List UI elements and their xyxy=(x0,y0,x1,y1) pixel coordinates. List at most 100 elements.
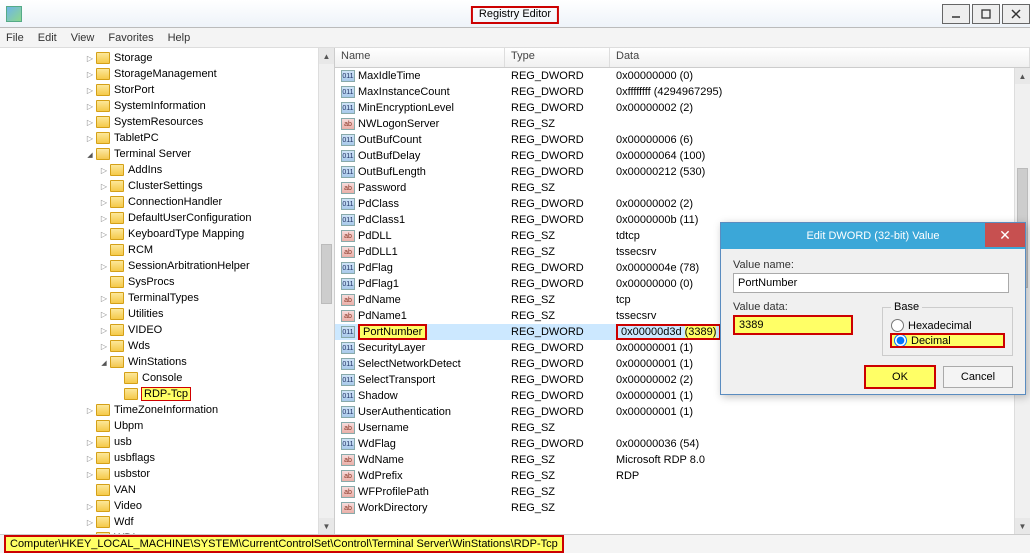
value-data-input[interactable] xyxy=(733,315,853,335)
close-button[interactable] xyxy=(1002,4,1030,24)
value-row[interactable]: 011MinEncryptionLevelREG_DWORD0x00000002… xyxy=(335,100,1014,116)
dialog-close-button[interactable]: ✕ xyxy=(985,223,1025,247)
value-row[interactable]: abNWLogonServerREG_SZ xyxy=(335,116,1014,132)
value-row[interactable]: abWdNameREG_SZMicrosoft RDP 8.0 xyxy=(335,452,1014,468)
value-row[interactable]: 011OutBufDelayREG_DWORD0x00000064 (100) xyxy=(335,148,1014,164)
tree-node[interactable]: TimeZoneInformation xyxy=(0,402,334,418)
col-type[interactable]: Type xyxy=(505,48,610,67)
expand-icon[interactable] xyxy=(98,309,110,320)
scroll-down-icon[interactable]: ▼ xyxy=(1015,518,1030,534)
expand-icon[interactable] xyxy=(84,85,96,96)
tree-node[interactable]: SessionArbitrationHelper xyxy=(0,258,334,274)
tree-node[interactable]: RDP-Tcp xyxy=(0,386,334,402)
tree-node[interactable]: StorageManagement xyxy=(0,66,334,82)
tree-node[interactable]: Wds xyxy=(0,338,334,354)
tree-node[interactable]: VAN xyxy=(0,482,334,498)
dialog-title-bar[interactable]: Edit DWORD (32-bit) Value ✕ xyxy=(721,223,1025,249)
value-row[interactable]: 011OutBufCountREG_DWORD0x00000006 (6) xyxy=(335,132,1014,148)
expand-icon[interactable] xyxy=(84,405,96,416)
tree-node[interactable]: SysProcs xyxy=(0,274,334,290)
expand-icon[interactable] xyxy=(98,325,110,336)
col-data[interactable]: Data xyxy=(610,48,1030,67)
value-row[interactable]: abWdPrefixREG_SZRDP xyxy=(335,468,1014,484)
tree-node[interactable]: usbstor xyxy=(0,466,334,482)
menu-edit[interactable]: Edit xyxy=(38,32,57,44)
tree-node[interactable]: Video xyxy=(0,498,334,514)
maximize-button[interactable] xyxy=(972,4,1000,24)
cancel-button[interactable]: Cancel xyxy=(943,366,1013,388)
value-row[interactable]: 011MaxInstanceCountREG_DWORD0xffffffff (… xyxy=(335,84,1014,100)
expand-icon[interactable] xyxy=(84,517,96,528)
tree-node[interactable]: SystemResources xyxy=(0,114,334,130)
menu-file[interactable]: File xyxy=(6,32,24,44)
tree-node[interactable]: WDI xyxy=(0,530,334,534)
menu-favorites[interactable]: Favorites xyxy=(108,32,153,44)
value-row[interactable]: abWorkDirectoryREG_SZ xyxy=(335,500,1014,516)
tree-node[interactable]: KeyboardType Mapping xyxy=(0,226,334,242)
expand-icon[interactable] xyxy=(84,101,96,112)
value-row[interactable]: abUsernameREG_SZ xyxy=(335,420,1014,436)
key-tree[interactable]: StorageStorageManagementStorPortSystemIn… xyxy=(0,48,335,534)
scroll-down-icon[interactable]: ▼ xyxy=(319,518,334,534)
tree-node[interactable]: RCM xyxy=(0,242,334,258)
radio-decimal[interactable]: Decimal xyxy=(891,334,1004,347)
scroll-up-icon[interactable]: ▲ xyxy=(1015,68,1030,84)
expand-icon[interactable] xyxy=(84,533,96,535)
tree-node[interactable]: usb xyxy=(0,434,334,450)
value-row[interactable]: abWFProfilePathREG_SZ xyxy=(335,484,1014,500)
expand-icon[interactable] xyxy=(84,501,96,512)
menu-view[interactable]: View xyxy=(71,32,95,44)
tree-node[interactable]: ConnectionHandler xyxy=(0,194,334,210)
tree-node[interactable]: usbflags xyxy=(0,450,334,466)
value-row[interactable]: 011PdClassREG_DWORD0x00000002 (2) xyxy=(335,196,1014,212)
value-name-input[interactable] xyxy=(733,273,1009,293)
tree-node[interactable]: Terminal Server xyxy=(0,146,334,162)
expand-icon[interactable] xyxy=(84,69,96,80)
expand-icon[interactable] xyxy=(98,197,110,208)
tree-node[interactable]: WinStations xyxy=(0,354,334,370)
expand-icon[interactable] xyxy=(98,261,110,272)
expand-icon[interactable] xyxy=(98,165,110,176)
menu-help[interactable]: Help xyxy=(168,32,191,44)
value-row[interactable]: 011OutBufLengthREG_DWORD0x00000212 (530) xyxy=(335,164,1014,180)
expand-icon[interactable] xyxy=(84,149,96,160)
tree-node[interactable]: Wdf xyxy=(0,514,334,530)
tree-node[interactable]: Ubpm xyxy=(0,418,334,434)
expand-icon[interactable] xyxy=(98,357,110,368)
tree-node[interactable]: TerminalTypes xyxy=(0,290,334,306)
tree-node[interactable]: VIDEO xyxy=(0,322,334,338)
expand-icon[interactable] xyxy=(98,181,110,192)
expand-icon[interactable] xyxy=(84,133,96,144)
tree-node[interactable]: Console xyxy=(0,370,334,386)
radio-hex[interactable]: Hexadecimal xyxy=(891,319,1004,332)
value-name: PdDLL xyxy=(358,230,392,242)
tree-node[interactable]: TabletPC xyxy=(0,130,334,146)
minimize-button[interactable] xyxy=(942,4,970,24)
expand-icon[interactable] xyxy=(84,53,96,64)
value-row[interactable]: abPasswordREG_SZ xyxy=(335,180,1014,196)
tree-node[interactable]: AddIns xyxy=(0,162,334,178)
expand-icon[interactable] xyxy=(98,293,110,304)
expand-icon[interactable] xyxy=(84,117,96,128)
scroll-thumb[interactable] xyxy=(321,244,332,304)
expand-icon[interactable] xyxy=(98,213,110,224)
tree-node[interactable]: StorPort xyxy=(0,82,334,98)
tree-node[interactable]: Utilities xyxy=(0,306,334,322)
value-row[interactable]: 011UserAuthenticationREG_DWORD0x00000001… xyxy=(335,404,1014,420)
tree-node[interactable]: Storage xyxy=(0,50,334,66)
expand-icon[interactable] xyxy=(98,229,110,240)
tree-node[interactable]: ClusterSettings xyxy=(0,178,334,194)
tree-node[interactable]: SystemInformation xyxy=(0,98,334,114)
value-data: 0x00000036 (54) xyxy=(610,438,1014,450)
scroll-up-icon[interactable]: ▲ xyxy=(319,48,334,64)
ok-button[interactable]: OK xyxy=(865,366,935,388)
tree-node[interactable]: DefaultUserConfiguration xyxy=(0,210,334,226)
expand-icon[interactable] xyxy=(84,469,96,480)
expand-icon[interactable] xyxy=(98,341,110,352)
tree-scrollbar[interactable]: ▲ ▼ xyxy=(318,48,334,534)
value-row[interactable]: 011MaxIdleTimeREG_DWORD0x00000000 (0) xyxy=(335,68,1014,84)
expand-icon[interactable] xyxy=(84,453,96,464)
expand-icon[interactable] xyxy=(84,437,96,448)
value-row[interactable]: 011WdFlagREG_DWORD0x00000036 (54) xyxy=(335,436,1014,452)
col-name[interactable]: Name xyxy=(335,48,505,67)
